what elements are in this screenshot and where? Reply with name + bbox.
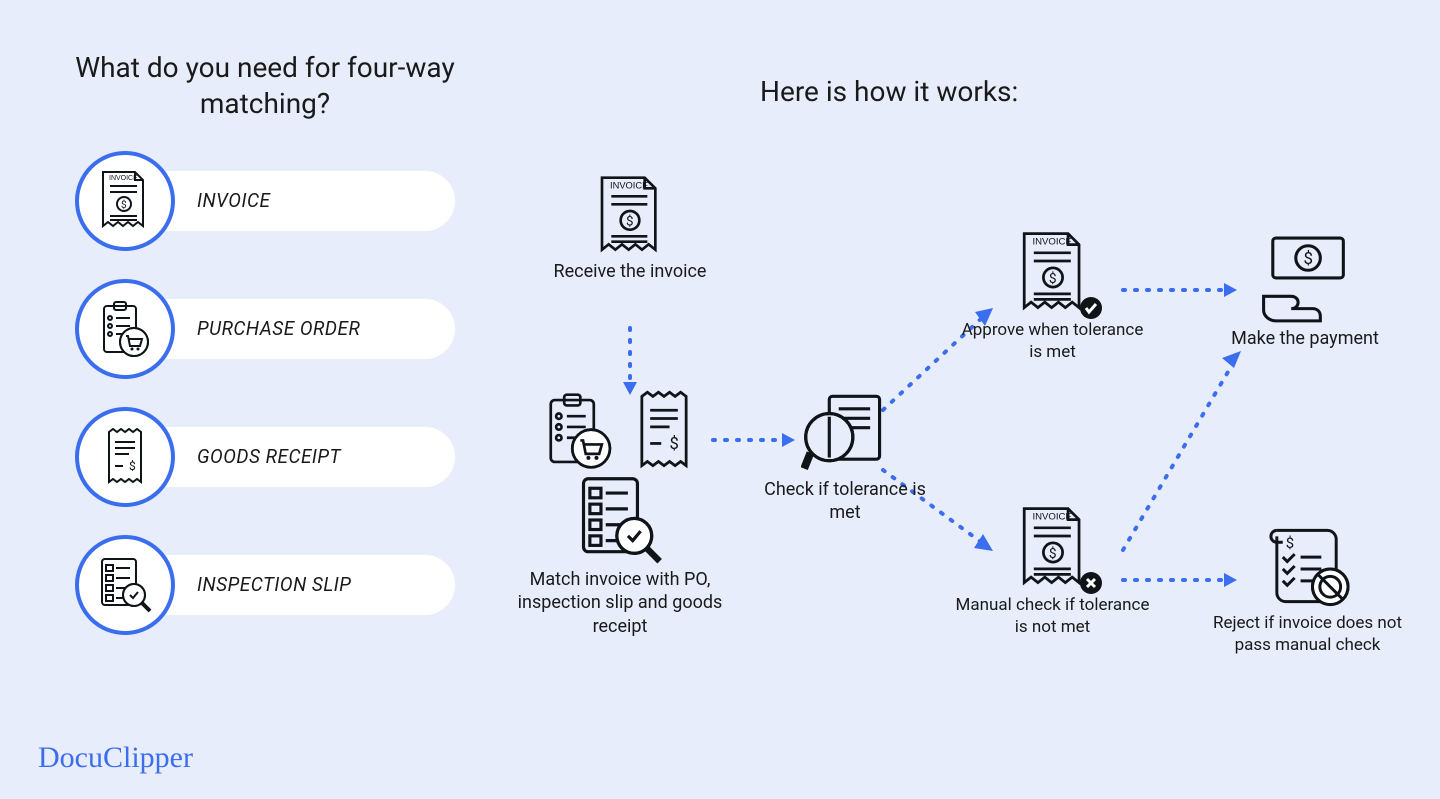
requirements-column: What do you need for four-way matching? … bbox=[75, 50, 455, 663]
step-caption: Match invoice with PO, inspection slip a… bbox=[500, 568, 740, 638]
goods-receipt-icon bbox=[75, 407, 175, 507]
purchase-order-icon bbox=[75, 279, 175, 379]
brand-logo: DocuClipper bbox=[38, 741, 193, 775]
inspection-slip-icon bbox=[500, 472, 740, 568]
step-receive: Receive the invoice bbox=[530, 170, 730, 283]
step-caption: Check if tolerance is met bbox=[760, 478, 930, 525]
invoice-approved-icon bbox=[955, 225, 1150, 319]
x-badge-icon bbox=[1078, 570, 1104, 596]
step-pay: Make the payment bbox=[1210, 235, 1400, 350]
invoice-icon bbox=[530, 170, 730, 260]
purchase-order-icon bbox=[540, 392, 618, 470]
step-caption: Approve when tolerance is met bbox=[955, 319, 1150, 363]
goods-receipt-icon bbox=[628, 390, 700, 472]
invoice-rejected-icon bbox=[955, 500, 1150, 594]
step-reject: Reject if invoice does not pass manual c… bbox=[1205, 520, 1410, 656]
match-documents-icon-group bbox=[500, 390, 740, 472]
flow-diagram: Receive the invoice Match invoice with P… bbox=[475, 140, 1415, 720]
left-title: What do you need for four-way matching? bbox=[75, 50, 455, 123]
step-approve: Approve when tolerance is met bbox=[955, 225, 1150, 363]
invoice-icon bbox=[75, 151, 175, 251]
right-title: Here is how it works: bbox=[760, 75, 1018, 108]
step-caption: Manual check if tolerance is not met bbox=[955, 594, 1150, 638]
req-item-po: PURCHASE ORDER bbox=[75, 279, 455, 379]
magnifier-document-icon bbox=[760, 390, 930, 478]
reject-document-icon bbox=[1205, 520, 1410, 612]
inspection-slip-icon bbox=[75, 535, 175, 635]
step-manual: Manual check if tolerance is not met bbox=[955, 500, 1150, 638]
req-item-receipt: GOODS RECEIPT bbox=[75, 407, 455, 507]
check-badge-icon bbox=[1078, 295, 1104, 321]
step-check: Check if tolerance is met bbox=[760, 390, 930, 525]
payment-icon bbox=[1210, 235, 1400, 327]
step-caption: Reject if invoice does not pass manual c… bbox=[1205, 612, 1410, 656]
step-caption: Receive the invoice bbox=[530, 260, 730, 283]
step-caption: Make the payment bbox=[1210, 327, 1400, 350]
req-item-invoice: INVOICE bbox=[75, 151, 455, 251]
req-item-inspection: INSPECTION SLIP bbox=[75, 535, 455, 635]
step-match: Match invoice with PO, inspection slip a… bbox=[500, 390, 740, 638]
